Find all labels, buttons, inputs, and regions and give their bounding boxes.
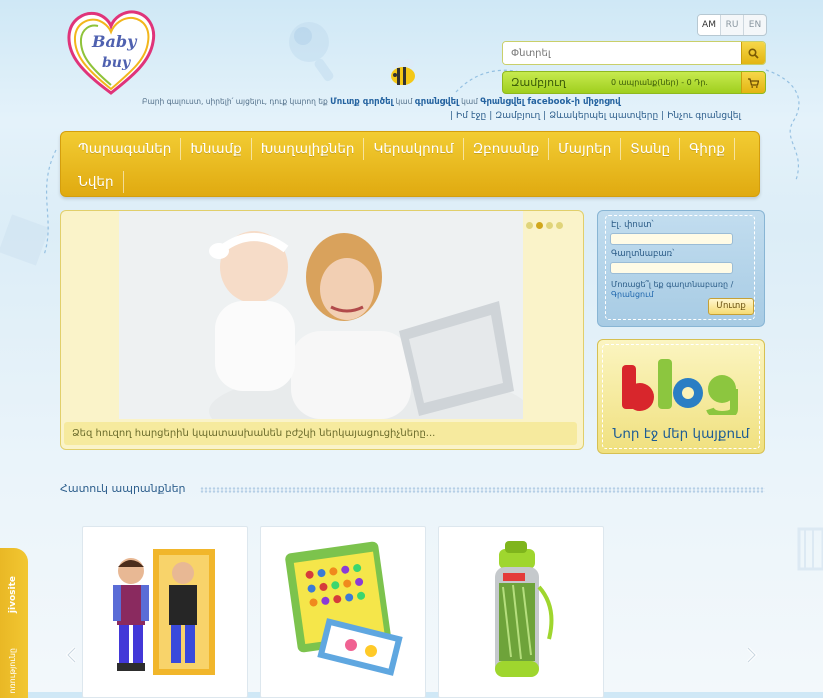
why-register-link[interactable]: Ինչու գրանցվել: [667, 111, 741, 121]
my-page-link[interactable]: Իմ էջը: [456, 111, 486, 121]
product-card-dolls[interactable]: [82, 526, 248, 698]
slide-image[interactable]: [119, 211, 523, 419]
crib-decoration: [797, 527, 823, 571]
email-label: Էլ. փոստ՝: [611, 220, 654, 230]
forgot-password-link[interactable]: Մոռացե՞լ եք գաղտնաբառը: [611, 280, 728, 289]
nav-item-mothers[interactable]: Մայրեր: [549, 138, 622, 160]
search-icon: [748, 47, 759, 59]
product-card-bottle[interactable]: [438, 526, 604, 698]
doll-set-product-image: [113, 549, 215, 675]
nav-item-gifts[interactable]: Նվեր: [69, 171, 124, 193]
password-label: Գաղտնաբառ՝: [611, 249, 675, 259]
search-box: [502, 41, 766, 65]
blog-promo-text: Նոր էջ մեր կայքում: [612, 426, 750, 442]
search-input[interactable]: [503, 42, 741, 64]
cart-bar[interactable]: Զամբյուղ 0 ապրանք(ներ) - 0 Դր.: [502, 71, 766, 94]
bee-icon: [391, 59, 415, 85]
baby-buy-logo[interactable]: Baby buy: [66, 9, 156, 95]
svg-text:buy: buy: [102, 55, 131, 71]
slider-dot-2[interactable]: [536, 222, 543, 229]
welcome-text: Բարի գալուստ, սիրելի՛ այցելու, դուք կարո…: [142, 97, 621, 107]
login-links: Մոռացե՞լ եք գաղտնաբառը / Գրանցում: [611, 280, 734, 299]
nav-item-care[interactable]: Խնամք: [181, 138, 252, 160]
cart-button[interactable]: [741, 72, 765, 93]
thermos-bottle-product-image: [495, 541, 554, 677]
carousel-next-arrow[interactable]: [745, 646, 759, 664]
register-link[interactable]: գրանցվել: [415, 97, 459, 107]
section-divider: [200, 487, 765, 493]
facebook-register-link[interactable]: Գրանցվել facebook-ի միջոցով: [480, 97, 620, 107]
svg-text:Baby: Baby: [91, 32, 138, 51]
slider-dot-1[interactable]: [526, 222, 533, 229]
lang-am-button[interactable]: AM: [698, 15, 720, 35]
nav-item-feeding[interactable]: Կերակրում: [364, 138, 464, 160]
nav-item-toys[interactable]: Խաղալիքներ: [252, 138, 365, 160]
login-submit-button[interactable]: Մուտք: [708, 298, 754, 315]
password-field[interactable]: [610, 262, 733, 274]
blog-promo[interactable]: Նոր էջ մեր կայքում: [597, 339, 765, 454]
nav-item-home[interactable]: Տանը: [621, 138, 681, 160]
account-links: | Իմ էջը | Զամբյուղ | Ձևակերպել պատվերը | Ինչու…: [450, 111, 741, 121]
nav-item-walk[interactable]: Զբոսանք: [464, 138, 550, 160]
slider-dot-4[interactable]: [556, 222, 563, 229]
cart-summary: 0 ապրանք(ներ) - 0 Դր.: [611, 78, 708, 87]
email-field[interactable]: [610, 233, 733, 245]
login-link[interactable]: Մուտք գործել: [330, 97, 393, 107]
hero-slider[interactable]: Ձեզ հուզող հարցերին կպատասխանեն բժշկի նե…: [60, 210, 584, 450]
blog-logo-icon: [622, 359, 738, 415]
chat-tab-label: ոռությունը: [8, 648, 17, 694]
special-products-title: Հատուկ ապրանքներ: [60, 482, 186, 495]
lang-en-button[interactable]: EN: [743, 15, 766, 35]
slider-dots: [526, 222, 563, 229]
cart-link[interactable]: Զամբյուղ: [495, 111, 540, 121]
checkout-link[interactable]: Ձևակերպել պատվերը: [549, 111, 658, 121]
registration-link[interactable]: Գրանցում: [611, 290, 654, 299]
live-chat-tab[interactable]: jivosite ոռությունը: [0, 548, 28, 698]
jivosite-label: jivosite: [8, 576, 18, 614]
lang-ru-button[interactable]: RU: [720, 15, 743, 35]
nav-item-accessories[interactable]: Պարագաներ: [69, 138, 182, 160]
slider-dot-3[interactable]: [546, 222, 553, 229]
search-button[interactable]: [741, 42, 765, 64]
carousel-prev-arrow[interactable]: [64, 646, 78, 664]
nav-item-books[interactable]: Գիրք: [680, 138, 735, 160]
login-box: Էլ. փոստ՝ Գաղտնաբառ՝ Մոռացե՞լ եք գաղտնաբ…: [597, 210, 765, 327]
playmat-product-image: [285, 541, 403, 676]
cart-icon: [748, 77, 759, 88]
product-card-playmat[interactable]: [260, 526, 426, 698]
language-switcher: AM RU EN: [697, 14, 767, 36]
main-navigation: Պարագաներ Խնամք Խաղալիքներ Կերակրում Զբո…: [60, 131, 760, 197]
slide-caption[interactable]: Ձեզ հուզող հարցերին կպատասխանեն բժշկի նե…: [64, 422, 577, 445]
cart-title: Զամբյուղ: [511, 76, 566, 89]
